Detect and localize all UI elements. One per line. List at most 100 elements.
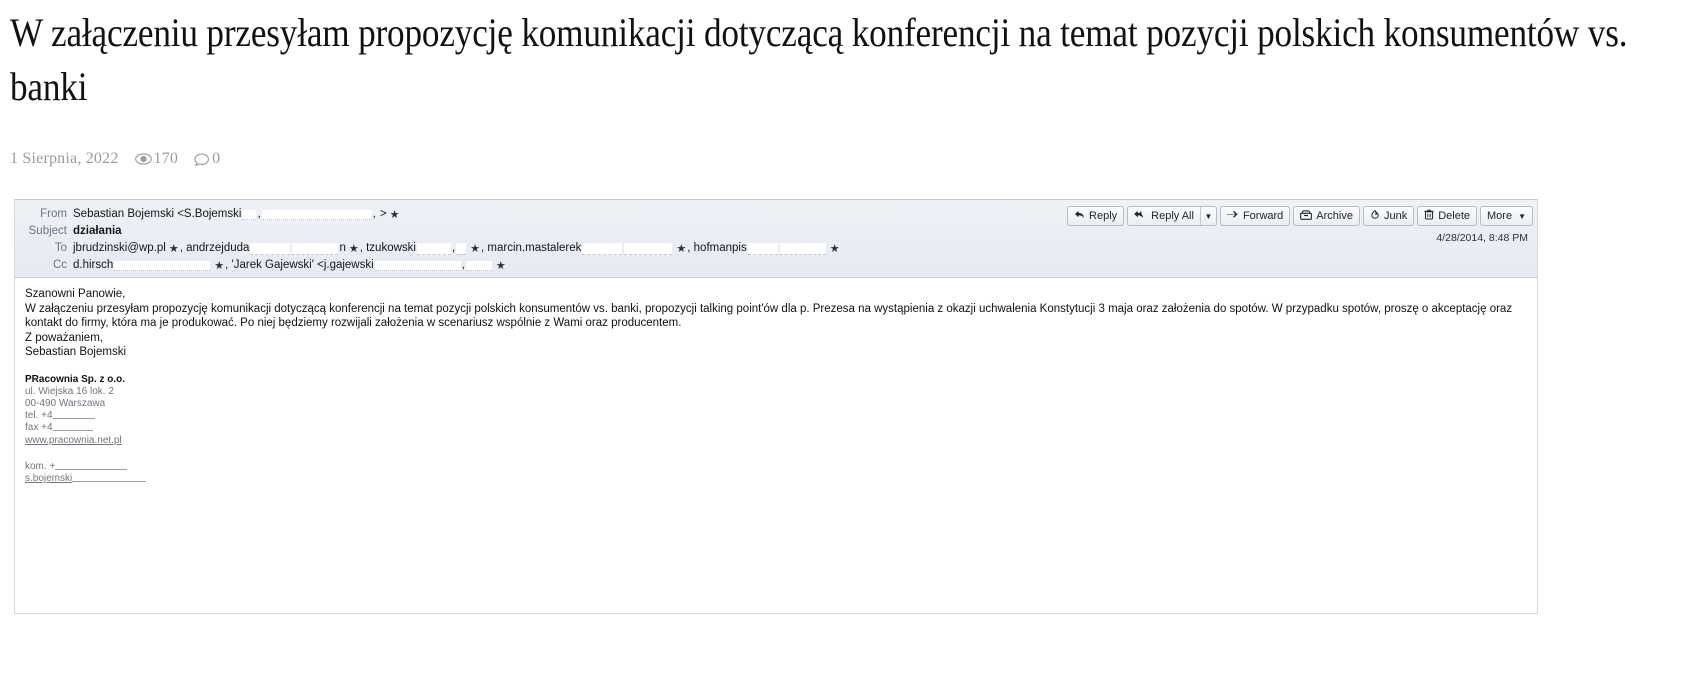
- body-closing: Z poważaniem,: [25, 331, 103, 344]
- signature-email-text: s.bojemski: [25, 472, 73, 484]
- cc-value[interactable]: d.hirsch ★ , 'Jarek Gajewski' <j.gajewsk…: [73, 257, 507, 273]
- reply-all-button-label: Reply All: [1151, 210, 1194, 222]
- star-icon[interactable]: ★: [676, 243, 686, 255]
- email-to-row: To jbrudzinski@wp.pl ★ , andrzejduda n ★…: [15, 239, 1537, 256]
- from-address-text: Sebastian Bojemski <S.Bojemski: [73, 208, 242, 220]
- archive-box-icon: [1300, 209, 1313, 223]
- star-icon[interactable]: ★: [496, 260, 506, 272]
- comment-bubble-icon: [194, 152, 210, 166]
- post-meta: 1 Sierpnia, 2022 170 0: [10, 150, 1686, 168]
- from-comma: ,: [257, 208, 261, 220]
- redaction-bar: [114, 261, 211, 271]
- redaction-bar: [55, 460, 128, 470]
- star-icon[interactable]: ★: [349, 243, 359, 255]
- to-label: To: [54, 242, 67, 254]
- body-paragraph: W załączeniu przesyłam propozycję komuni…: [25, 302, 1513, 330]
- from-value[interactable]: Sebastian Bojemski <S.Bojemski , , > ★: [73, 206, 400, 222]
- star-icon[interactable]: ★: [830, 243, 840, 255]
- from-tail: >: [379, 208, 387, 220]
- junk-flame-icon: [1370, 208, 1380, 223]
- delete-button[interactable]: Delete: [1417, 206, 1478, 226]
- archive-button-label: Archive: [1316, 210, 1353, 222]
- redaction-bar: [747, 243, 778, 255]
- signature-website-link[interactable]: www.pracownia.net.pl: [25, 435, 1529, 447]
- forward-button[interactable]: Forward: [1219, 206, 1291, 226]
- to-recipient-5: , hofmanpis: [687, 242, 747, 254]
- redaction-bar: [242, 210, 257, 220]
- body-signer: Sebastian Bojemski: [25, 346, 126, 358]
- star-icon[interactable]: ★: [214, 260, 224, 272]
- archive-button[interactable]: Archive: [1293, 206, 1360, 226]
- view-count: 170: [134, 150, 179, 168]
- cc-recipient-1: d.hirsch: [73, 259, 114, 271]
- redaction-bar: [582, 243, 623, 255]
- email-body-pane: Szanowni Panowie, W załączeniu przesyłam…: [15, 278, 1537, 613]
- signature-company: PRacownia Sp. z o.o.: [25, 373, 126, 385]
- redaction-bar: [261, 210, 372, 220]
- redaction-bar: [52, 422, 93, 432]
- signature-phone-label: tel. +4: [25, 410, 53, 422]
- email-header-pane: Reply Reply All ▼ Forward Archive Junk D…: [15, 200, 1537, 278]
- star-icon[interactable]: ★: [470, 243, 480, 255]
- more-button[interactable]: More ▼: [1480, 206, 1533, 226]
- delete-button-label: Delete: [1438, 210, 1471, 222]
- message-timestamp: 4/28/2014, 8:48 PM: [1436, 232, 1528, 244]
- page-title: W załączeniu przesyłam propozycję komuni…: [10, 10, 1628, 109]
- redaction-bar: [465, 261, 492, 271]
- reply-button[interactable]: Reply: [1067, 206, 1125, 226]
- more-chevron-down-icon: ▼: [1518, 211, 1526, 221]
- signature-email-link[interactable]: s.bojemski: [25, 472, 1529, 485]
- signature-phone: tel. +4: [25, 409, 1529, 422]
- signature-street: ul. Wiejska 16 lok. 2: [25, 385, 114, 397]
- cc-sep: ,: [461, 259, 465, 271]
- signature-spacer-2: [25, 447, 1529, 461]
- to-value[interactable]: jbrudzinski@wp.pl ★ , andrzejduda n ★ , …: [73, 240, 841, 256]
- cc-recipient-2: , 'Jarek Gajewski' <j.gajewski: [225, 259, 374, 271]
- junk-button[interactable]: Junk: [1362, 206, 1415, 226]
- comment-count-value: 0: [212, 150, 221, 167]
- comment-count: 0: [194, 150, 220, 168]
- forward-button-label: Forward: [1242, 210, 1284, 222]
- redaction-bar: [374, 261, 461, 271]
- to-recipient-2: , andrzejduda: [179, 242, 250, 254]
- signature-city: 00-490 Warszawa: [25, 397, 106, 409]
- to-recipient-4: , marcin.mastalerek: [481, 242, 582, 254]
- signature-fax-label: fax +4: [25, 422, 53, 434]
- cc-label: Cc: [52, 259, 67, 271]
- from-comma2: ,: [372, 208, 376, 220]
- view-count-value: 170: [153, 150, 179, 167]
- email-screenshot: Reply Reply All ▼ Forward Archive Junk D…: [14, 199, 1538, 614]
- forward-arrow-icon: [1226, 210, 1239, 222]
- eye-icon: [134, 153, 152, 165]
- reply-all-button[interactable]: Reply All ▼: [1127, 206, 1217, 226]
- subject-label: Subject: [28, 225, 67, 237]
- redaction-bar: [52, 409, 95, 419]
- subject-value: działania: [73, 225, 122, 237]
- more-button-label: More: [1487, 210, 1513, 222]
- to-recipient-2-tail: n: [339, 242, 346, 254]
- redaction-bar: [456, 243, 467, 255]
- signature-mobile-label: kom. +: [25, 460, 56, 472]
- email-cc-row: Cc d.hirsch ★ , 'Jarek Gajewski' <j.gaje…: [15, 256, 1537, 273]
- trash-icon: [1424, 209, 1434, 223]
- signature-fax: fax +4: [25, 422, 1529, 434]
- star-icon[interactable]: ★: [390, 209, 400, 221]
- redaction-bar: [250, 243, 291, 255]
- to-recipient-1: jbrudzinski@wp.pl: [73, 242, 166, 254]
- to-sep-3: ,: [451, 242, 456, 254]
- redaction-bar: [292, 243, 339, 255]
- reply-button-label: Reply: [1089, 210, 1118, 222]
- article-header: W załączeniu przesyłam propozycję komuni…: [0, 0, 1696, 168]
- redaction-bar: [624, 243, 673, 255]
- to-recipient-3: , tzukowski: [359, 242, 416, 254]
- email-toolbar: Reply Reply All ▼ Forward Archive Junk D…: [1067, 206, 1533, 226]
- signature-mobile: kom. +: [25, 460, 1529, 473]
- star-icon[interactable]: ★: [169, 243, 179, 255]
- reply-all-arrow-icon: [1134, 210, 1147, 223]
- redaction-bar: [72, 472, 147, 482]
- junk-button-label: Junk: [1383, 210, 1408, 222]
- redaction-bar: [416, 243, 451, 255]
- reply-all-dropdown-chevron-down-icon[interactable]: ▼: [1199, 207, 1216, 225]
- reply-arrow-icon: [1074, 210, 1085, 223]
- from-label: From: [40, 208, 67, 220]
